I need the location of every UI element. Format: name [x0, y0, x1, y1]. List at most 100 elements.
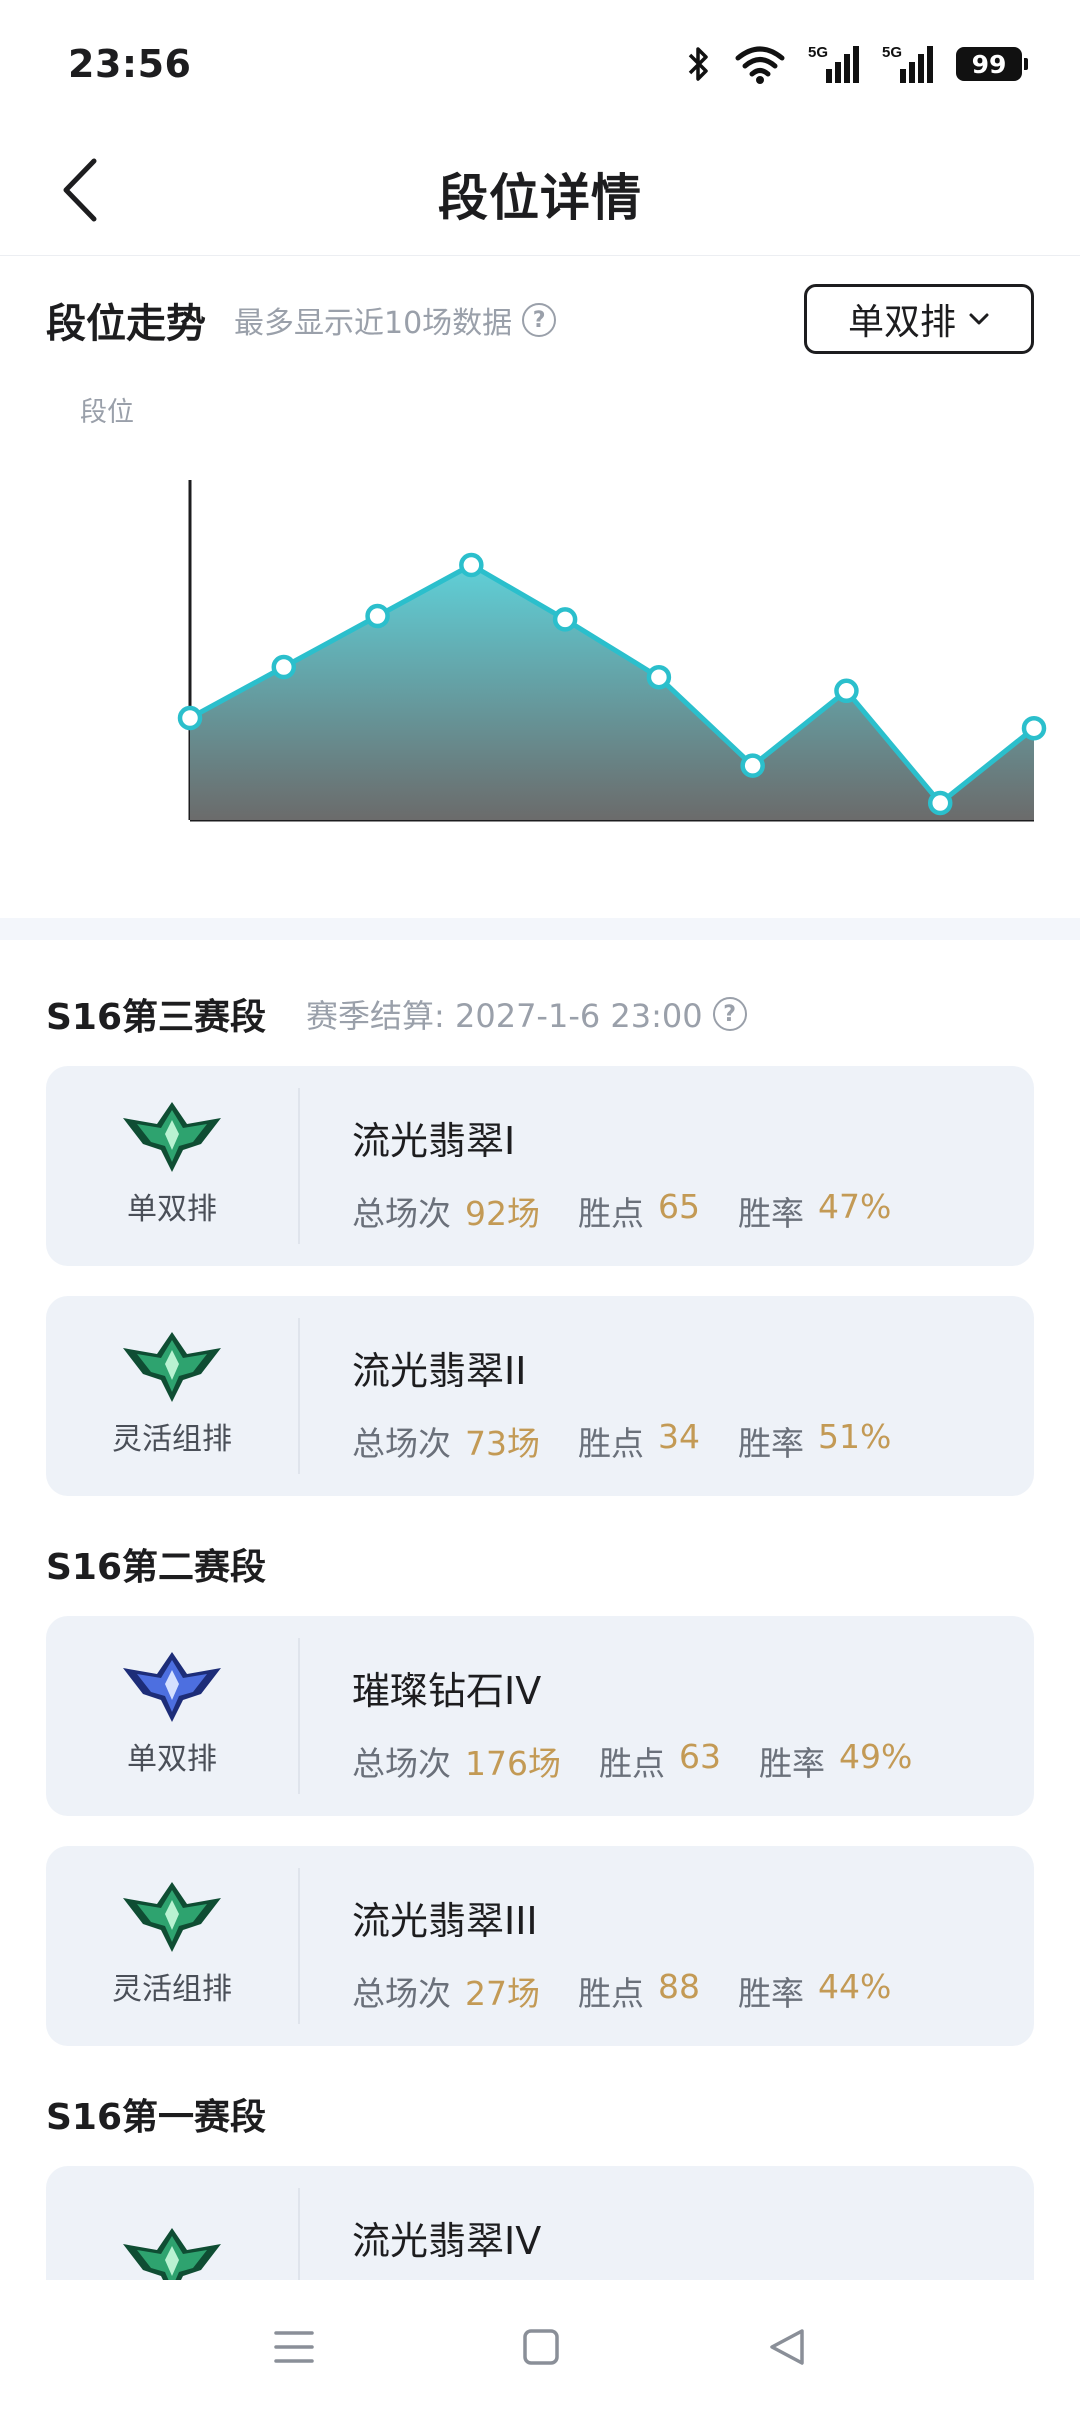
season-header: S16第一赛段 [46, 2084, 266, 2144]
chart-area-fill [190, 565, 1034, 820]
chart-point[interactable] [459, 552, 484, 578]
rank-card-left: 灵活组排 [46, 1296, 298, 1496]
winrate-label: 胜率 [759, 1744, 825, 1783]
trend-title: 段位走势 [46, 301, 206, 347]
rank-card-info: 璀璨钻石IV 总场次 176场 胜点 63 胜率 49% [352, 1660, 950, 1785]
season-settle: 赛季结算: 2027-1-6 23:00 ? [306, 991, 747, 1037]
games-label: 总场次 [352, 1974, 451, 2013]
help-icon[interactable]: ? [522, 303, 557, 337]
chart-point[interactable] [927, 790, 953, 816]
status-time: 23:56 [68, 42, 192, 86]
lp-value: 65 [658, 1187, 700, 1226]
rank-card-left: 单双排 [46, 1616, 298, 1816]
signal-5g-icon-2: 5G [882, 44, 933, 83]
rank-queue-label: 单双排 [127, 1192, 217, 1227]
rank-card-info: 流光翡翠III 总场次 27场 胜点 88 胜率 44% [352, 1890, 929, 2015]
rank-card-info: 流光翡翠I 总场次 92场 胜点 65 胜率 47% [352, 1110, 929, 1235]
games-label: 总场次 [352, 1194, 451, 1233]
lp-label: 胜点 [578, 1974, 644, 2013]
rank-name: 流光翡翠III [352, 1899, 538, 1943]
chart-y-axis-label: 段位 [80, 397, 134, 428]
winrate-value: 47% [818, 1187, 892, 1226]
season-settle-text: 赛季结算: 2027-1-6 23:00 [306, 997, 703, 1035]
rank-card-divider [298, 1088, 300, 1244]
rank-queue-label: 灵活组排 [112, 1972, 232, 2007]
lp-label: 胜点 [599, 1744, 665, 1783]
page-title: 段位详情 [438, 169, 642, 227]
trend-subtitle: 最多显示近10场数据 ? [234, 298, 557, 342]
battery-icon: 99 [956, 47, 1028, 81]
svg-text:5G: 5G [882, 44, 902, 61]
rank-name: 流光翡翠IV [352, 2219, 542, 2263]
back-triangle-icon[interactable] [768, 2327, 806, 2367]
winrate-value: 44% [818, 1967, 892, 2006]
emerald-rank-emblem-icon [123, 1332, 221, 1402]
rank-card-left: 灵活组排 [46, 1846, 298, 2046]
rank-card-divider [298, 1638, 300, 1794]
trend-subtitle-text: 最多显示近10场数据 [234, 306, 513, 341]
title-bar: 段位详情 [0, 128, 1080, 256]
bluetooth-icon [688, 47, 708, 81]
rank-card[interactable]: 灵活组排 流光翡翠III 总场次 27场 胜点 88 胜率 44% [46, 1846, 1034, 2046]
status-bar: 23:56 5G 5G 99 [0, 0, 1080, 128]
season-title: S16第二赛段 [46, 1547, 267, 1588]
season-header: S16第二赛段 [46, 1534, 266, 1594]
rank-card-left: 单双排 [46, 1066, 298, 1266]
winrate-label: 胜率 [738, 1194, 804, 1233]
settle-help-icon[interactable]: ? [712, 997, 747, 1031]
chart-point[interactable] [552, 607, 578, 632]
queue-select-dropdown[interactable]: 单双排 [804, 284, 1034, 354]
rank-card-info: 流光翡翠II 总场次 73场 胜点 34 胜率 51% [352, 1340, 929, 1465]
chart-point[interactable] [271, 654, 297, 680]
games-value: 92场 [465, 1194, 540, 1233]
rank-name: 流光翡翠I [352, 1119, 516, 1163]
chart-point[interactable] [1021, 715, 1047, 741]
rank-card[interactable]: 单双排 流光翡翠I 总场次 92场 胜点 65 胜率 47% [46, 1066, 1034, 1266]
games-label: 总场次 [352, 1744, 451, 1783]
rank-card-info: 流光翡翠IV [352, 2210, 541, 2265]
rank-card-divider [298, 1318, 300, 1474]
battery-level: 99 [971, 49, 1007, 79]
lp-label: 胜点 [578, 1194, 644, 1233]
season-title: S16第三赛段 [46, 997, 267, 1038]
games-value: 73场 [465, 1424, 540, 1463]
lp-value: 34 [658, 1417, 700, 1456]
home-icon[interactable] [522, 2328, 560, 2366]
rank-stats: 总场次 27场 胜点 88 胜率 44% [352, 1967, 929, 2015]
chart-point[interactable] [365, 603, 390, 629]
winrate-label: 胜率 [738, 1424, 804, 1463]
winrate-value: 51% [818, 1417, 892, 1456]
lp-value: 88 [658, 1967, 700, 2006]
rank-stats: 总场次 176场 胜点 63 胜率 49% [352, 1737, 950, 1785]
rank-card-divider [298, 1868, 300, 2024]
rank-card[interactable]: 灵活组排 流光翡翠II 总场次 73场 胜点 34 胜率 51% [46, 1296, 1034, 1496]
queue-select-value: 单双排 [847, 302, 956, 343]
chart-svg [177, 480, 1047, 822]
rank-trend-chart: 段位 [0, 380, 1080, 900]
wifi-icon [735, 46, 785, 84]
season-header: S16第三赛段 赛季结算: 2027-1-6 23:00 ? [46, 984, 747, 1044]
season-title: S16第一赛段 [46, 2097, 267, 2138]
games-value: 176场 [465, 1744, 561, 1783]
rank-name: 璀璨钻石IV [352, 1669, 542, 1713]
rank-stats: 总场次 92场 胜点 65 胜率 47% [352, 1187, 929, 1235]
chevron-down-icon [969, 313, 989, 325]
rank-name: 流光翡翠II [352, 1349, 527, 1393]
system-nav-bar [0, 2280, 1080, 2414]
games-value: 27场 [465, 1974, 540, 2013]
games-label: 总场次 [352, 1424, 451, 1463]
rank-queue-label: 单双排 [127, 1742, 217, 1777]
emerald-rank-emblem-icon [123, 1102, 221, 1172]
chart-point[interactable] [646, 664, 672, 690]
winrate-value: 49% [839, 1737, 913, 1776]
menu-icon[interactable] [274, 2329, 314, 2365]
lp-label: 胜点 [578, 1424, 644, 1463]
chart-point[interactable] [177, 705, 203, 731]
chart-point[interactable] [740, 753, 765, 778]
rank-queue-label: 灵活组排 [112, 1422, 232, 1457]
chart-point[interactable] [834, 678, 859, 704]
rank-card[interactable]: 单双排 璀璨钻石IV 总场次 176场 胜点 63 胜率 49% [46, 1616, 1034, 1816]
svg-text:5G: 5G [808, 44, 828, 61]
section-divider [0, 918, 1080, 940]
emerald-rank-emblem-icon [123, 1882, 221, 1952]
